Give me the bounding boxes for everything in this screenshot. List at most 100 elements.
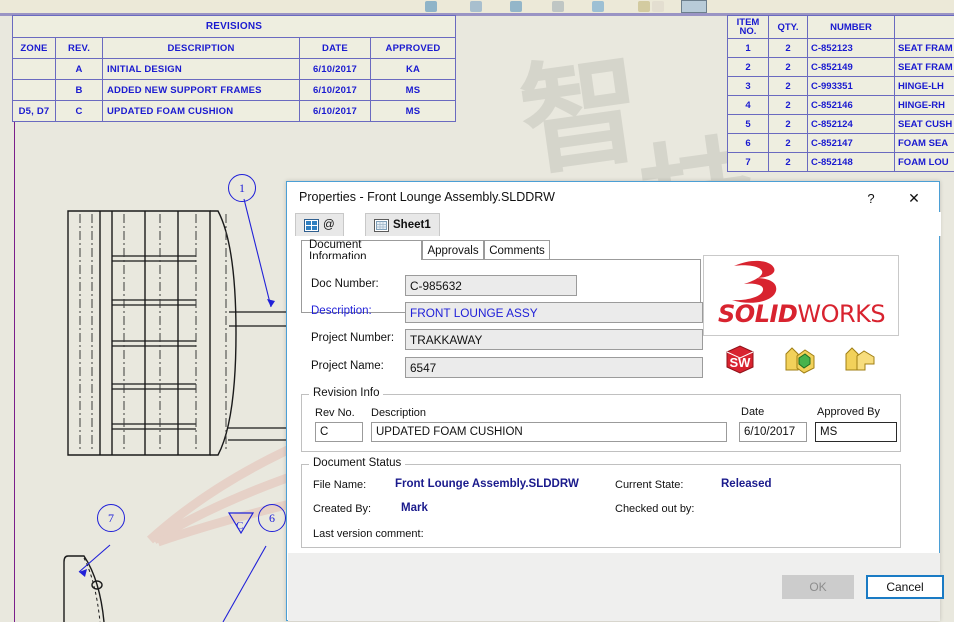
col-rev: REV. [56, 38, 103, 59]
tab-seam [302, 259, 421, 260]
revisions-table[interactable]: REVISIONS ZONE REV. DESCRIPTION DATE APP… [12, 15, 456, 122]
description-row: Description: [301, 302, 699, 323]
close-icon[interactable]: ✕ [901, 188, 927, 208]
toolbar-icon[interactable] [470, 1, 482, 12]
cell-qty: 2 [769, 58, 808, 77]
svg-text:SW: SW [730, 355, 752, 370]
col-item-no: ITEM NO. [728, 16, 769, 39]
project-name-input[interactable] [405, 357, 703, 378]
cell-description: SEAT CUSH [895, 115, 954, 134]
table-row[interactable]: 4 2 C-852146 HINGE-RH [728, 96, 954, 115]
balloon-label: 1 [239, 181, 245, 196]
col-number: NUMBER [808, 16, 895, 39]
properties-dialog[interactable]: Properties - Front Lounge Assembly.SLDDR… [286, 181, 940, 621]
toolbar-icon[interactable] [510, 1, 522, 12]
current-state-value: Released [721, 478, 772, 490]
doc-number-input[interactable] [405, 275, 577, 296]
balloon-label: 7 [108, 511, 114, 526]
inner-tab-bar[interactable]: Document Information Approvals Comments [301, 240, 699, 260]
help-icon[interactable]: ? [859, 188, 883, 208]
table-row[interactable]: A INITIAL DESIGN 6/10/2017 KA [13, 59, 456, 80]
cell-date: 6/10/2017 [300, 59, 371, 80]
cell-qty: 2 [769, 96, 808, 115]
cell-approved: KA [371, 59, 456, 80]
tab-comments[interactable]: Comments [484, 240, 550, 260]
revisions-title: REVISIONS [13, 16, 456, 38]
tab-custom-properties[interactable]: @ [295, 213, 344, 236]
checked-out-by-label: Checked out by: [615, 503, 695, 515]
toolbar-icon[interactable] [652, 1, 664, 12]
file-name-label: File Name: [313, 479, 366, 491]
cell-approved: MS [371, 101, 456, 122]
cell-qty: 2 [769, 153, 808, 172]
cell-item-no: 4 [728, 96, 769, 115]
step-assembly-icon[interactable] [843, 342, 877, 376]
dialog-titlebar[interactable]: Properties - Front Lounge Assembly.SLDDR… [287, 182, 939, 215]
col-approved: APPROVED [371, 38, 456, 59]
toolbar-strip[interactable] [0, 0, 954, 14]
col-description [895, 16, 954, 39]
table-header-row: ZONE REV. DESCRIPTION DATE APPROVED [13, 38, 456, 59]
cell-description: SEAT FRAM [895, 39, 954, 58]
tab-approvals[interactable]: Approvals [422, 240, 484, 260]
toolbar-icon[interactable] [552, 1, 564, 12]
tab-sheet1[interactable]: Sheet1 [365, 213, 440, 236]
doc-number-row: Doc Number: [301, 275, 699, 296]
cell-number: C-852149 [808, 58, 895, 77]
table-row[interactable]: 5 2 C-852124 SEAT CUSH [728, 115, 954, 134]
table-row[interactable]: D5, D7 C UPDATED FOAM CUSHION 6/10/2017 … [13, 101, 456, 122]
cell-qty: 2 [769, 77, 808, 96]
cell-description: HINGE-RH [895, 96, 954, 115]
cell-item-no: 2 [728, 58, 769, 77]
toolbar-icon[interactable] [425, 1, 437, 12]
toolbar-icon[interactable] [592, 1, 604, 12]
approved-by-input[interactable] [815, 422, 897, 442]
ok-button[interactable]: OK [782, 575, 854, 599]
balloon-1[interactable]: 1 [228, 174, 256, 202]
toolbar-icon[interactable] [638, 1, 650, 12]
cell-rev: C [56, 101, 103, 122]
tab-document-information[interactable]: Document Information [301, 240, 422, 260]
document-status-legend: Document Status [309, 457, 405, 469]
balloon-7[interactable]: 7 [97, 504, 125, 532]
col-qty: QTY. [769, 16, 808, 39]
description-input[interactable] [405, 302, 703, 323]
table-row[interactable]: 7 2 C-852148 FOAM LOU [728, 153, 954, 172]
assembly-box-icon[interactable] [783, 342, 817, 376]
sw-cube-icon[interactable]: SW [723, 342, 757, 376]
rev-description-input[interactable] [371, 422, 727, 442]
custom-properties-icon [304, 219, 319, 232]
logo-works: WORKS [797, 300, 885, 328]
dialog-tabstrip[interactable]: @ Sheet1 [287, 212, 941, 236]
project-number-input[interactable] [405, 329, 703, 350]
table-row[interactable]: 6 2 C-852147 FOAM SEA [728, 134, 954, 153]
balloon-6[interactable]: 6 [258, 504, 286, 532]
table-row[interactable]: 1 2 C-852123 SEAT FRAM [728, 39, 954, 58]
cancel-button[interactable]: Cancel [866, 575, 944, 599]
cell-qty: 2 [769, 115, 808, 134]
cell-number: C-852147 [808, 134, 895, 153]
created-by-value: Mark [401, 502, 428, 514]
rev-date-input[interactable] [739, 422, 807, 442]
tab-sheet1-label: Sheet1 [393, 219, 431, 231]
watermark-glyph: 智 [508, 10, 651, 199]
rev-no-input[interactable] [315, 422, 363, 442]
cell-date: 6/10/2017 [300, 101, 371, 122]
table-row[interactable]: B ADDED NEW SUPPORT FRAMES 6/10/2017 MS [13, 80, 456, 101]
table-row[interactable]: 2 2 C-852149 SEAT FRAM [728, 58, 954, 77]
cell-description: UPDATED FOAM CUSHION [103, 101, 300, 122]
cell-description: ADDED NEW SUPPORT FRAMES [103, 80, 300, 101]
bill-of-materials-table[interactable]: ITEM NO. QTY. NUMBER 1 2 C-852123 SEAT F… [727, 15, 954, 172]
table-row[interactable]: 3 2 C-993351 HINGE-LH [728, 77, 954, 96]
cell-approved: MS [371, 80, 456, 101]
project-number-label: Project Number: [311, 332, 394, 344]
cell-item-no: 6 [728, 134, 769, 153]
created-by-label: Created By: [313, 503, 371, 515]
solidworks-wordmark: SOLIDWORKS [718, 300, 885, 328]
description-label: Description: [311, 305, 372, 317]
table-row: REVISIONS [13, 16, 456, 38]
cell-rev: A [56, 59, 103, 80]
toolbar-active-tool-button[interactable] [681, 0, 707, 13]
sheet-icon [374, 219, 389, 232]
tab-comments-label: Comments [489, 245, 545, 257]
